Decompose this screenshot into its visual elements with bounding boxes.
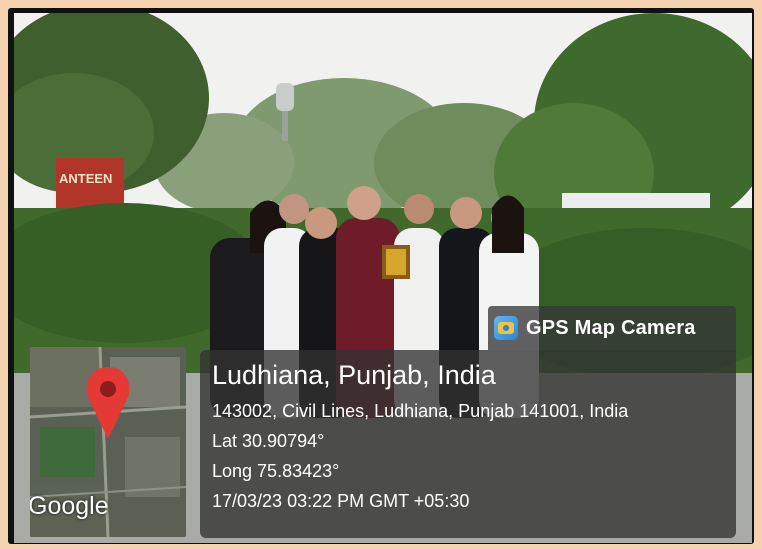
longitude-line: Long 75.83423° (212, 461, 340, 481)
gps-map-camera-icon (494, 316, 518, 340)
latitude-line: Lat 30.90794° (212, 431, 325, 451)
app-badge: GPS Map Camera (488, 306, 736, 350)
datetime-line: 17/03/23 03:22 PM GMT +05:30 (212, 491, 470, 511)
canteen-sign-text: ANTEEN (59, 171, 112, 186)
location-info-panel: Ludhiana, Punjab, India 143002, Civil Li… (200, 350, 736, 538)
map-thumbnail: Google (30, 347, 186, 537)
location-title: Ludhiana, Punjab, India (212, 360, 496, 390)
google-attribution: Google (30, 492, 109, 520)
app-name: GPS Map Camera (526, 316, 696, 339)
address-line: 143002, Civil Lines, Ludhiana, Punjab 14… (212, 401, 629, 421)
